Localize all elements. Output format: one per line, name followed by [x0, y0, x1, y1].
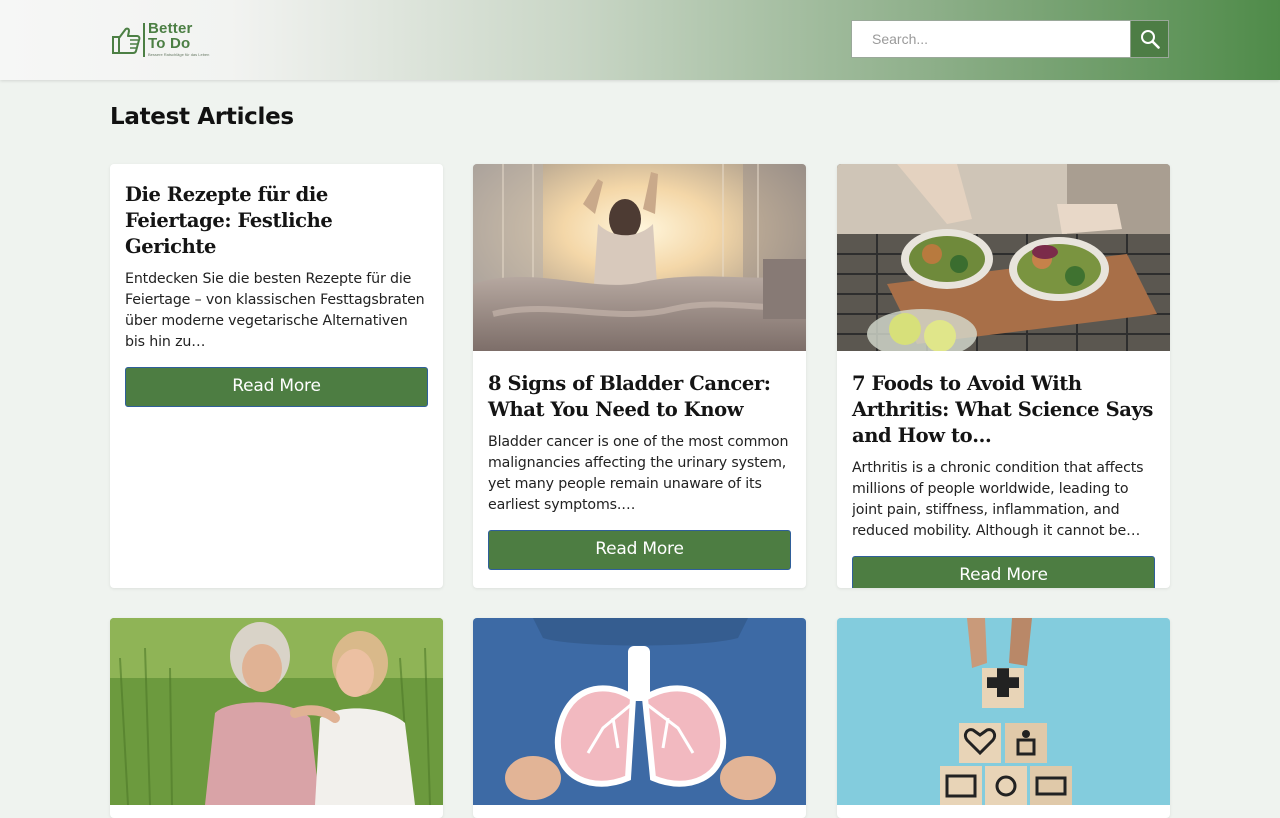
article-card — [473, 618, 806, 818]
article-image-health-blocks[interactable] — [837, 618, 1170, 805]
article-card — [837, 618, 1170, 818]
article-title[interactable]: 8 Signs of Bladder Cancer: What You Need… — [488, 371, 791, 423]
article-title[interactable]: 7 Foods to Avoid With Arthritis: What Sc… — [852, 371, 1155, 449]
logo-brand-line2: To Do — [148, 35, 191, 52]
read-more-button[interactable]: Read More — [125, 367, 428, 407]
article-image-bedroom[interactable] — [473, 164, 806, 351]
read-more-button[interactable]: Read More — [488, 530, 791, 570]
thumbs-up-icon — [112, 27, 141, 54]
search-form — [851, 20, 1169, 58]
search-input[interactable] — [852, 21, 1132, 57]
article-card: 7 Foods to Avoid With Arthritis: What Sc… — [837, 164, 1170, 588]
article-excerpt: Arthritis is a chronic condition that af… — [852, 460, 1144, 539]
search-icon — [1140, 30, 1160, 49]
search-button[interactable] — [1130, 21, 1168, 57]
site-logo[interactable]: Better To Do Bessere Ratschläge für das … — [110, 21, 210, 61]
logo-tagline: Bessere Ratschläge für das Leben — [148, 52, 210, 57]
logo-brand-line1: Better — [148, 20, 193, 37]
article-image-women[interactable] — [110, 618, 443, 805]
article-image-food[interactable] — [837, 164, 1170, 351]
page-title: Latest Articles — [110, 104, 294, 130]
article-title[interactable]: Die Rezepte für die Feiertage: Festliche… — [125, 182, 428, 260]
article-excerpt: Bladder cancer is one of the most common… — [488, 434, 789, 513]
read-more-button[interactable]: Read More — [852, 556, 1155, 588]
article-card: 8 Signs of Bladder Cancer: What You Need… — [473, 164, 806, 588]
article-image-lungs[interactable] — [473, 618, 806, 805]
article-card — [110, 618, 443, 818]
article-card: Die Rezepte für die Feiertage: Festliche… — [110, 164, 443, 588]
logo-divider — [143, 23, 145, 57]
article-excerpt: Entdecken Sie die besten Rezepte für die… — [125, 271, 425, 350]
site-header: Better To Do Bessere Ratschläge für das … — [0, 0, 1280, 80]
logo-brand: Better To Do — [148, 21, 193, 51]
